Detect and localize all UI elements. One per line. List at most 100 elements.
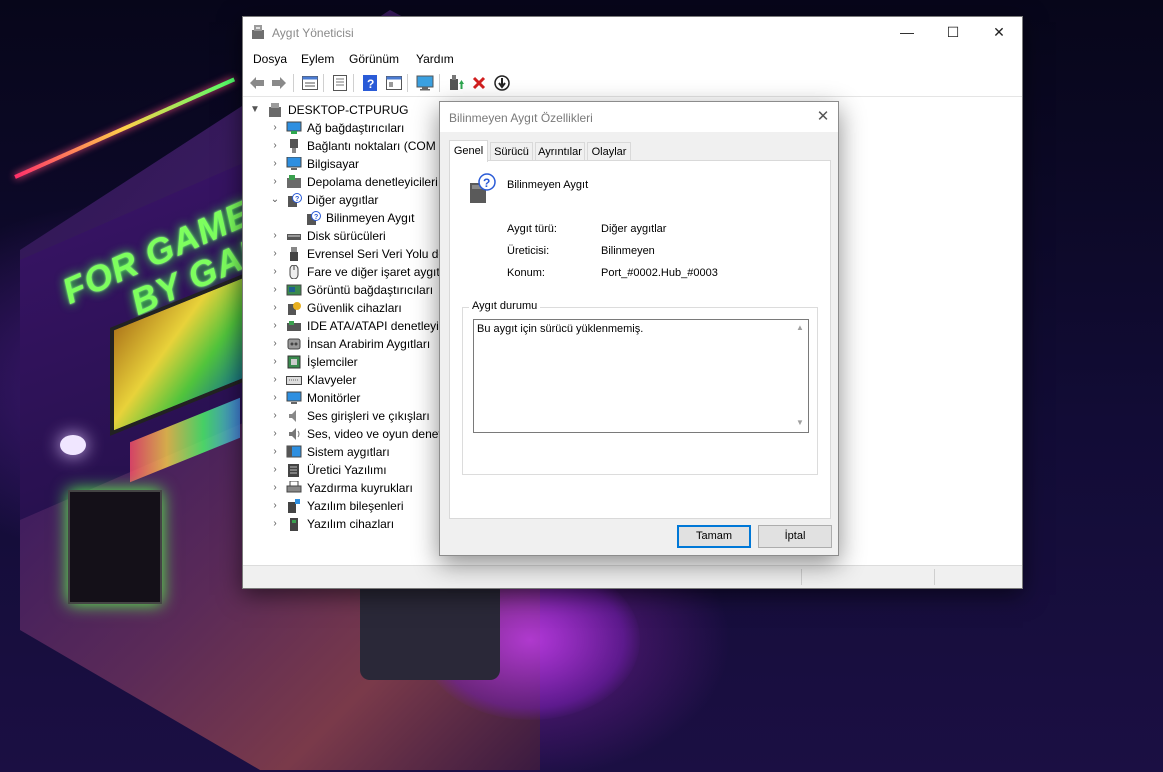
menu-view[interactable]: Görünüm [349,52,399,66]
security-device-icon [288,302,301,315]
computer-icon [286,157,302,170]
status-bar [243,565,1022,588]
dialog-close-button[interactable]: ✕ [808,102,838,132]
chevron-right-icon[interactable]: › [269,173,281,191]
update-driver-icon[interactable] [493,74,511,92]
unknown-device-icon: ? [470,173,496,203]
scroll-down-icon[interactable]: ▼ [796,418,804,427]
chevron-right-icon[interactable]: › [269,155,281,173]
prop-location-value: Port_#0002.Hub_#0003 [601,267,718,279]
scroll-up-icon[interactable]: ▲ [796,323,804,332]
network-adapter-icon [286,121,302,134]
back-arrow-icon[interactable] [248,74,266,92]
cancel-button[interactable]: İptal [758,525,832,548]
tree-item-label: Monitörler [307,391,361,405]
chevron-right-icon[interactable]: › [269,245,281,263]
tab-general[interactable]: Genel [449,140,488,162]
maximize-button[interactable]: ☐ [930,17,976,48]
chevron-right-icon[interactable]: › [269,299,281,317]
ide-controller-icon [287,321,301,331]
toolbar-separator [353,74,354,92]
tree-item-label: Yazılım bileşenleri [307,499,404,513]
firmware-icon [288,464,299,477]
tree-item-label: Ağ bağdaştırıcıları [307,121,405,135]
status-divider [801,569,802,585]
print-queue-icon [286,481,302,493]
tree-item-label: Bilinmeyen Aygıt [326,211,415,225]
svg-text:?: ? [314,214,318,221]
chevron-right-icon[interactable]: › [269,335,281,353]
computer-root-icon [269,103,281,117]
window-title: Aygıt Yöneticisi [272,26,354,40]
tab-driver[interactable]: Sürücü [490,142,533,161]
chevron-right-icon[interactable]: › [269,281,281,299]
chevron-right-icon[interactable]: › [269,407,281,425]
prop-device-type-label: Aygıt türü: [507,223,557,235]
chevron-down-icon[interactable]: ⌄ [269,191,281,209]
chevron-right-icon[interactable]: › [269,227,281,245]
keyboard-icon [286,376,302,385]
chevron-right-icon[interactable]: › [269,515,281,533]
chevron-right-icon[interactable]: › [269,263,281,281]
title-bar[interactable]: Aygıt Yöneticisi — ☐ ✕ [243,17,1022,48]
wallpaper-lamp [60,435,86,455]
menu-action[interactable]: Eylem [301,52,334,66]
menu-file[interactable]: Dosya [253,52,287,66]
svg-text:?: ? [367,77,374,91]
minimize-button[interactable]: — [884,17,930,48]
chevron-right-icon[interactable]: › [269,389,281,407]
add-driver-icon[interactable] [447,74,465,92]
prop-device-type-value: Diğer aygıtlar [601,223,667,235]
chevron-right-icon[interactable]: › [269,425,281,443]
uninstall-x-icon[interactable] [470,74,488,92]
chevron-right-icon[interactable]: › [269,137,281,155]
device-status-textbox[interactable]: Bu aygıt için sürücü yüklenmemiş. ▲ ▼ [473,319,809,433]
chevron-right-icon[interactable]: › [269,443,281,461]
tree-item-label: Ses girişleri ve çıkışları [307,409,430,423]
tree-item-label: Fare ve diğer işaret aygıtları [307,265,443,279]
tree-item-label: Görüntü bağdaştırıcıları [307,283,434,297]
device-status-text: Bu aygıt için sürücü yüklenmemiş. [477,323,644,335]
properties-grid-icon[interactable] [301,74,319,92]
svg-text:?: ? [483,176,490,190]
list-view-icon[interactable] [331,74,349,92]
storage-controller-icon [287,175,301,188]
tree-item-label: Diğer aygıtlar [307,193,379,207]
dialog-title-bar[interactable]: Bilinmeyen Aygıt Özellikleri ✕ [440,102,838,132]
ok-button[interactable]: Tamam [677,525,751,548]
chevron-right-icon[interactable]: › [269,317,281,335]
tree-item-label: Yazılım cihazları [307,517,395,531]
details-view-icon[interactable] [385,74,403,92]
tree-root-label: DESKTOP-CTPURUG [288,103,409,117]
tree-item-label: Üretici Yazılımı [307,463,387,477]
forward-arrow-icon[interactable] [270,74,288,92]
tree-item-label: IDE ATA/ATAPI denetleyicileri [307,319,441,333]
monitor-icon [286,391,302,404]
chevron-right-icon[interactable]: › [269,119,281,137]
tree-item-label: Güvenlik cihazları [307,301,402,315]
chevron-right-icon[interactable]: › [269,353,281,371]
usb-icon [290,247,298,261]
chevron-right-icon[interactable]: › [269,497,281,515]
chevron-right-icon[interactable]: › [269,461,281,479]
tree-item-label: Sistem aygıtları [307,445,390,459]
close-button[interactable]: ✕ [976,17,1022,48]
status-scrollbar[interactable]: ▲ ▼ [792,320,808,432]
chevron-down-icon[interactable]: ▼ [249,101,261,119]
menu-bar: Dosya Eylem Görünüm Yardım [243,48,1022,70]
chevron-right-icon[interactable]: › [269,371,281,389]
port-icon [290,139,298,153]
help-icon[interactable]: ? [361,74,379,92]
tab-events[interactable]: Olaylar [587,142,631,161]
tree-item-label: Bilgisayar [307,157,360,171]
menu-help[interactable]: Yardım [416,52,454,66]
device-status-legend: Aygıt durumu [469,300,541,312]
disk-drive-icon [287,234,301,240]
tab-details[interactable]: Ayrıntılar [535,142,585,161]
tree-item-label: Klavyeler [307,373,357,387]
chevron-right-icon[interactable]: › [269,479,281,497]
tree-item-label: Depolama denetleyicileri [307,175,438,189]
audio-io-icon [289,410,296,422]
scan-monitor-icon[interactable] [416,74,434,92]
wallpaper-pc-case [68,490,162,604]
